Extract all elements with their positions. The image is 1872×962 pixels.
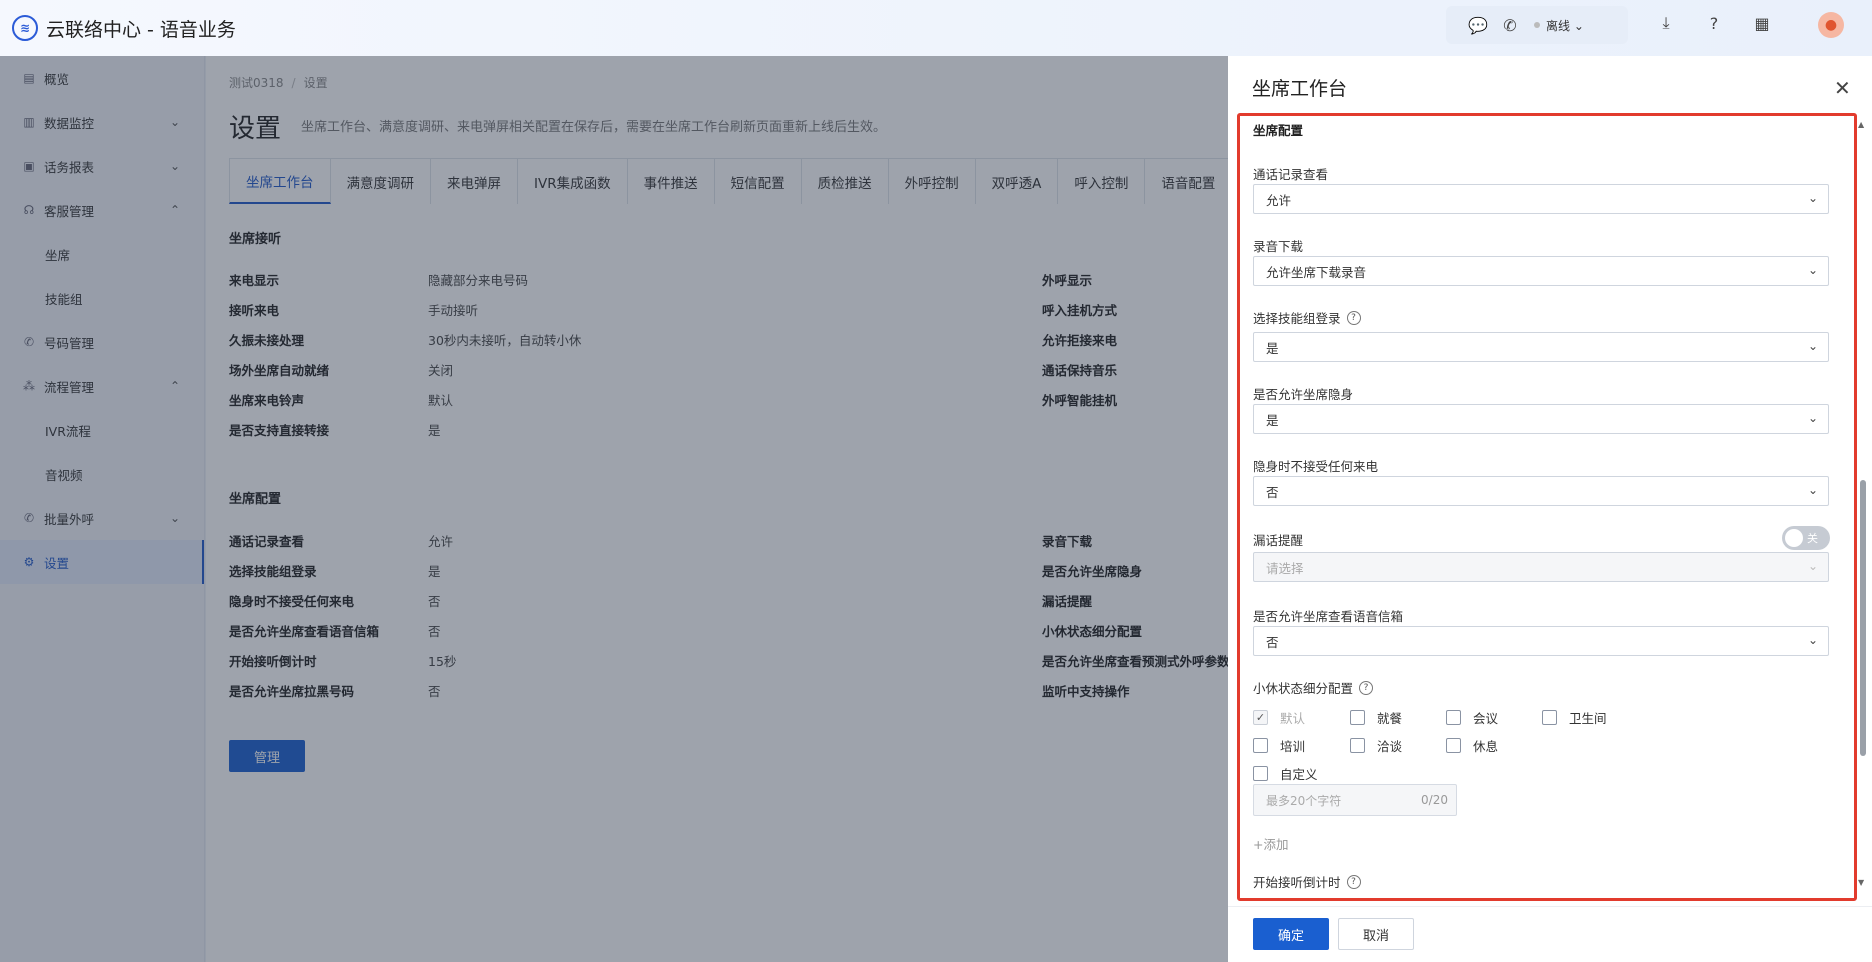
logo-icon: ≋ <box>12 15 38 41</box>
chat-icon[interactable]: 💬 <box>1468 15 1488 35</box>
drawer-footer: 确定 取消 <box>1228 906 1872 962</box>
phone-icon[interactable]: ✆ <box>1500 15 1520 35</box>
apps-icon[interactable]: ▦ <box>1752 13 1772 33</box>
confirm-button[interactable]: 确定 <box>1253 918 1329 950</box>
download-icon[interactable]: ⤓ <box>1656 13 1676 33</box>
app-title: 云联络中心 - 语音业务 <box>46 18 236 41</box>
settings-drawer: 坐席工作台 ✕ 坐席配置 通话记录查看 允许 ⌄ 录音下载 允许坐席下载录音 ⌄ 选… <box>1228 56 1872 962</box>
help-icon[interactable]: ? <box>1704 13 1724 33</box>
close-icon[interactable]: ✕ <box>1834 76 1851 100</box>
top-bar: ≋ 云联络中心 - 语音业务 💬 ✆ 离线 ⌄ ⤓ ? ▦ ● <box>0 0 1872 56</box>
status-dropdown[interactable]: 离线 ⌄ <box>1546 17 1584 34</box>
avatar[interactable]: ● <box>1818 12 1844 38</box>
modal-overlay[interactable] <box>0 56 1228 962</box>
topbar-tools: 💬 ✆ 离线 ⌄ <box>1446 6 1628 44</box>
drawer-scrollbar[interactable] <box>1860 480 1866 756</box>
drawer-title: 坐席工作台 <box>1252 78 1348 100</box>
status-dot <box>1534 22 1540 28</box>
cancel-button[interactable]: 取消 <box>1338 918 1414 950</box>
scroll-down-arrow[interactable]: ▼ <box>1858 878 1864 887</box>
highlight-box <box>1237 113 1857 901</box>
scroll-up-arrow[interactable]: ▲ <box>1858 120 1864 129</box>
